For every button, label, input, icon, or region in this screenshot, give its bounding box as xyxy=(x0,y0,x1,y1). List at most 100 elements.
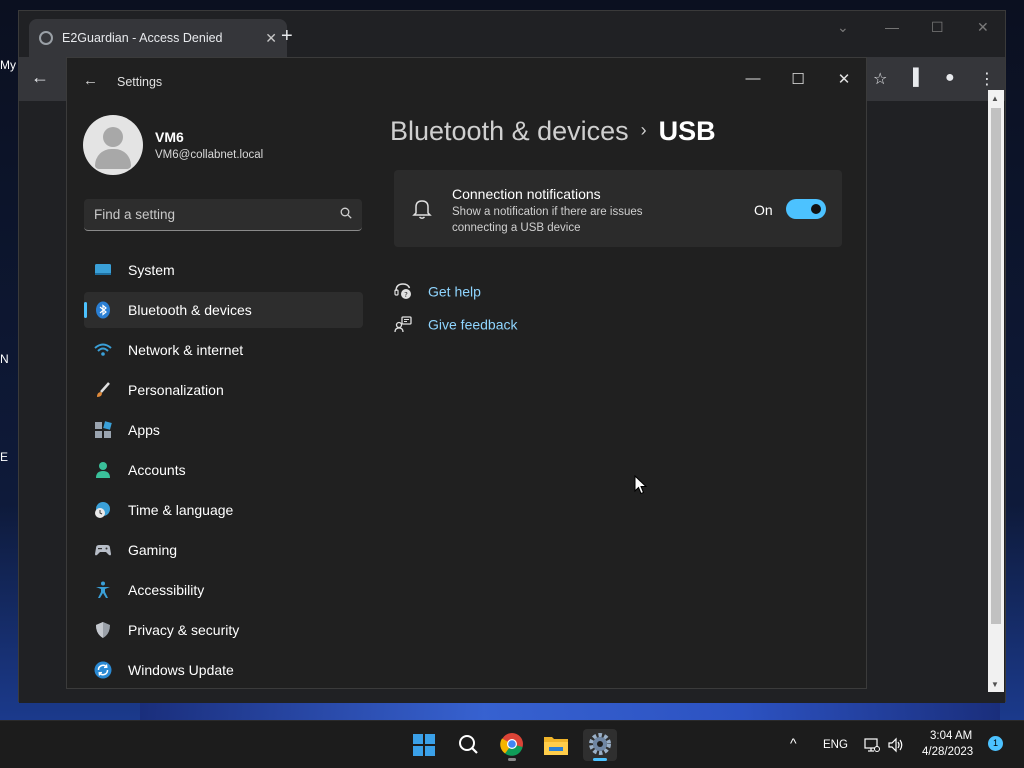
chevron-down-icon[interactable]: ⌄ xyxy=(837,19,849,36)
close-button[interactable]: ✕ xyxy=(834,70,854,88)
back-arrow-icon[interactable]: ← xyxy=(83,72,98,89)
input-language-indicator[interactable]: ENG xyxy=(823,739,848,751)
sidebar-item-label: Network & internet xyxy=(128,342,244,358)
profile-name: VM6 xyxy=(155,129,184,145)
sidebar-item-label: Time & language xyxy=(128,502,234,518)
minimize-button[interactable]: — xyxy=(743,70,763,87)
sidebar-item-label: Personalization xyxy=(128,382,224,398)
back-arrow-icon[interactable]: ← xyxy=(31,67,49,88)
running-indicator xyxy=(508,758,516,761)
desktop-icon-label[interactable]: E xyxy=(0,450,18,464)
sidebar-item-apps[interactable]: Apps xyxy=(84,412,363,448)
maximize-button[interactable]: ☐ xyxy=(788,70,808,88)
help-icon: ? xyxy=(394,283,411,300)
taskbar-chrome-button[interactable] xyxy=(495,729,529,761)
sidebar-item-label: System xyxy=(128,262,175,278)
sidebar-item-label: Apps xyxy=(128,422,160,438)
desktop-icon-label[interactable]: My xyxy=(0,58,18,72)
sidebar-item-network-internet[interactable]: Network & internet xyxy=(84,332,363,368)
tab-close-icon[interactable]: ✕ xyxy=(265,30,277,47)
sidebar-item-time-language[interactable]: Time & language xyxy=(84,492,363,528)
sidebar-item-accounts[interactable]: Accounts xyxy=(84,452,363,488)
toggle-knob xyxy=(811,204,821,214)
sidebar-item-personalization[interactable]: Personalization xyxy=(84,372,363,408)
network-icon[interactable] xyxy=(864,737,880,753)
search-icon[interactable] xyxy=(340,207,352,219)
breadcrumb: Bluetooth & devices › USB xyxy=(390,116,716,147)
mouse-cursor-icon xyxy=(634,475,648,495)
chrome-icon xyxy=(500,733,523,756)
sidebar-item-accessibility[interactable]: Accessibility xyxy=(84,572,363,608)
tray-overflow-chevron[interactable]: ^ xyxy=(790,735,797,751)
wifi-icon xyxy=(94,343,112,356)
profile-icon[interactable]: ● xyxy=(945,69,955,87)
taskbar-file-explorer-button[interactable] xyxy=(539,729,573,761)
search-icon xyxy=(459,735,478,754)
bell-icon xyxy=(412,200,432,219)
scroll-down-icon[interactable]: ▼ xyxy=(991,680,999,689)
more-menu-icon[interactable]: ⋮ xyxy=(979,69,995,89)
avatar-body-shape xyxy=(95,149,131,169)
sidebar-item-bluetooth-devices[interactable]: Bluetooth & devices xyxy=(84,292,363,328)
notification-badge[interactable]: 1 xyxy=(988,736,1003,751)
feedback-icon xyxy=(394,316,412,333)
chrome-tab[interactable]: E2Guardian - Access Denied ✕ xyxy=(29,19,287,57)
connection-notifications-card: Connection notifications Show a notifica… xyxy=(394,170,842,247)
desktop-icon-label[interactable]: N xyxy=(0,352,18,366)
scroll-up-icon[interactable]: ▲ xyxy=(991,94,999,103)
search-input[interactable] xyxy=(84,199,324,229)
give-feedback-link[interactable]: Give feedback xyxy=(394,315,518,333)
gamepad-icon xyxy=(95,545,111,556)
profile-email: VM6@collabnet.local xyxy=(155,149,264,161)
clock-time[interactable]: 3:04 AM xyxy=(930,730,972,742)
side-panel-icon[interactable]: ▌ xyxy=(913,69,924,87)
toggle-state-label: On xyxy=(754,202,773,218)
settings-nav: System Bluetooth & devices Network & int… xyxy=(84,252,363,692)
sidebar-item-label: Privacy & security xyxy=(128,622,240,638)
give-feedback-label: Give feedback xyxy=(428,316,518,333)
sidebar-item-label: Accounts xyxy=(128,462,186,478)
volume-icon[interactable] xyxy=(888,737,904,753)
sidebar-item-label: Windows Update xyxy=(128,662,234,678)
breadcrumb-parent[interactable]: Bluetooth & devices xyxy=(390,116,629,146)
taskbar-settings-button[interactable] xyxy=(583,729,617,761)
star-icon[interactable]: ☆ xyxy=(873,69,887,89)
connection-notifications-toggle[interactable] xyxy=(786,199,826,219)
sidebar-item-windows-update[interactable]: Windows Update xyxy=(84,652,363,688)
settings-search-box[interactable] xyxy=(84,199,362,231)
user-profile[interactable]: VM6 VM6@collabnet.local xyxy=(83,115,363,175)
avatar xyxy=(83,115,143,175)
windows-logo-icon xyxy=(413,734,435,756)
update-icon xyxy=(94,661,112,679)
get-help-label: Get help xyxy=(428,283,481,300)
chrome-tab-title: E2Guardian - Access Denied xyxy=(62,31,223,45)
card-description: Show a notification if there are issues … xyxy=(452,206,643,234)
apps-icon xyxy=(95,421,112,438)
sidebar-item-system[interactable]: System xyxy=(84,252,363,288)
taskbar-search-button[interactable] xyxy=(451,729,485,761)
card-title: Connection notifications xyxy=(452,186,601,202)
clock-date[interactable]: 4/28/2023 xyxy=(922,746,973,758)
gear-icon xyxy=(589,733,611,755)
taskbar: ^ ENG 3:04 AM 4/28/2023 xyxy=(0,720,1024,768)
brush-icon xyxy=(97,382,110,397)
get-help-link[interactable]: ? Get help xyxy=(394,282,481,300)
accessibility-icon xyxy=(96,581,110,598)
system-icon xyxy=(95,264,111,275)
folder-icon xyxy=(544,737,568,755)
sidebar-item-gaming[interactable]: Gaming xyxy=(84,532,363,568)
new-tab-button[interactable]: + xyxy=(281,25,293,48)
settings-window-title: Settings xyxy=(117,75,163,89)
scrollbar-thumb[interactable] xyxy=(991,108,1001,624)
bluetooth-icon xyxy=(96,301,110,319)
chrome-scrollbar[interactable]: ▲ ▼ xyxy=(988,90,1004,692)
sidebar-item-privacy-security[interactable]: Privacy & security xyxy=(84,612,363,648)
chrome-minimize-button[interactable]: — xyxy=(885,19,899,35)
shield-icon xyxy=(96,622,110,638)
chrome-close-button[interactable]: ✕ xyxy=(977,19,989,36)
sidebar-item-label: Gaming xyxy=(128,542,178,558)
chrome-maximize-button[interactable]: ☐ xyxy=(931,19,944,36)
accounts-icon xyxy=(96,462,110,478)
active-indicator xyxy=(593,758,607,761)
start-button[interactable] xyxy=(407,729,441,761)
